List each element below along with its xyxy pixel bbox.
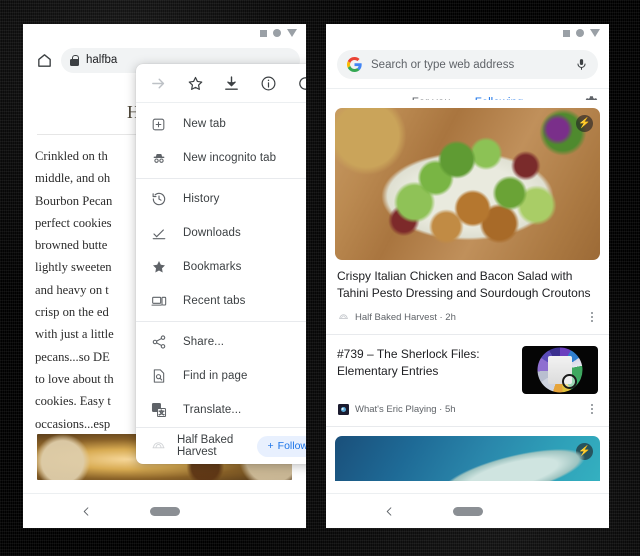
- bookmark-star-icon[interactable]: [182, 70, 208, 96]
- lightning-bolt-icon: ⚡: [576, 443, 593, 460]
- card-title: #739 – The Sherlock Files: Elementary En…: [337, 347, 480, 378]
- feed-divider: [326, 426, 609, 427]
- square-status-icon: [563, 29, 570, 37]
- whale-ocean-photo: ⚡: [335, 436, 600, 481]
- publisher-avatar-icon: [337, 403, 349, 415]
- home-pill-handle[interactable]: [149, 506, 180, 516]
- menu-item-label: Downloads: [183, 227, 241, 239]
- follow-button-label: Follow: [277, 440, 306, 452]
- share-icon: [150, 334, 167, 351]
- content-feed: ⚡ Crispy Italian Chicken and Bacon Salad…: [326, 100, 609, 494]
- menu-item-label: Recent tabs: [183, 295, 246, 307]
- lightning-bolt-icon: ⚡: [576, 115, 593, 132]
- new-tab-icon: [150, 116, 167, 133]
- home-pill-handle[interactable]: [452, 506, 483, 516]
- card-publisher-meta: What's Eric Playing · 5h: [355, 403, 456, 415]
- recent-tabs-icon: [150, 293, 167, 310]
- incognito-icon: [150, 150, 167, 167]
- forward-arrow-icon[interactable]: [145, 70, 171, 96]
- menu-item-new-tab[interactable]: New tab: [136, 107, 306, 141]
- feed-card-salad[interactable]: ⚡ Crispy Italian Chicken and Bacon Salad…: [326, 108, 609, 334]
- translate-icon: G 文: [150, 402, 167, 419]
- menu-item-history[interactable]: History: [136, 182, 306, 216]
- reload-icon[interactable]: [293, 70, 306, 96]
- follow-button[interactable]: + Follow: [256, 435, 306, 457]
- menu-item-label: Bookmarks: [183, 261, 242, 273]
- menu-divider: [136, 178, 306, 179]
- menu-icon-row: [136, 64, 306, 103]
- card-meta: Half Baked Harvest · 2h: [326, 302, 609, 334]
- follow-row: Half Baked Harvest + Follow: [136, 427, 306, 464]
- lock-icon: [70, 54, 79, 66]
- salad-photo: ⚡: [335, 108, 600, 260]
- circle-status-icon: [273, 29, 281, 37]
- status-bar-right: [326, 24, 609, 42]
- omnibox-url: halfba: [86, 54, 118, 66]
- menu-item-label: History: [183, 193, 220, 205]
- sherlock-files-thumbnail: [522, 346, 598, 394]
- menu-item-label: Translate...: [183, 404, 242, 416]
- menu-item-bookmarks[interactable]: Bookmarks: [136, 250, 306, 284]
- search-placeholder: Search or type web address: [371, 58, 515, 71]
- microphone-icon[interactable]: [575, 57, 588, 72]
- feed-card-whale[interactable]: ⚡: [326, 436, 609, 481]
- page-info-icon[interactable]: [256, 70, 282, 96]
- triangle-status-icon: [287, 29, 297, 37]
- kebab-menu-icon[interactable]: [585, 310, 599, 324]
- android-navbar-left: [23, 493, 306, 528]
- card-body: #739 – The Sherlock Files: Elementary En…: [326, 335, 609, 394]
- browser-menu-popup: New tab New incognito tab History Downlo…: [136, 64, 306, 464]
- menu-item-new-incognito-tab[interactable]: New incognito tab: [136, 141, 306, 175]
- menu-item-label: Share...: [183, 336, 225, 348]
- google-g-icon: [347, 57, 362, 72]
- back-chevron-icon[interactable]: [78, 503, 94, 519]
- downloads-icon: [150, 225, 167, 242]
- menu-item-share[interactable]: Share...: [136, 325, 306, 359]
- triangle-status-icon: [590, 29, 600, 37]
- publisher-avatar-icon: [337, 311, 349, 323]
- android-navbar-right: [326, 493, 609, 528]
- history-icon: [150, 191, 167, 208]
- card-publisher-meta: Half Baked Harvest · 2h: [355, 311, 456, 323]
- find-in-page-icon: [150, 368, 167, 385]
- square-status-icon: [260, 29, 267, 37]
- menu-item-find-in-page[interactable]: Find in page: [136, 359, 306, 393]
- search-input[interactable]: Search or type web address: [337, 50, 598, 79]
- card-title: Crispy Italian Chicken and Bacon Salad w…: [337, 269, 591, 300]
- menu-item-label: Find in page: [183, 370, 248, 382]
- back-chevron-icon[interactable]: [381, 503, 397, 519]
- menu-item-label: New tab: [183, 118, 226, 130]
- publisher-avatar-icon: [150, 438, 167, 455]
- follow-site-label: Half Baked Harvest: [177, 434, 234, 458]
- phone-right: Search or type web address For you Follo…: [326, 24, 609, 528]
- circle-status-icon: [576, 29, 584, 37]
- kebab-menu-icon[interactable]: [585, 402, 599, 416]
- menu-item-downloads[interactable]: Downloads: [136, 216, 306, 250]
- bookmarks-star-icon: [150, 259, 167, 276]
- feed-card-sherlock[interactable]: #739 – The Sherlock Files: Elementary En…: [326, 335, 609, 426]
- ntp-search-container: Search or type web address: [326, 42, 609, 89]
- card-meta: What's Eric Playing · 5h: [326, 394, 609, 426]
- menu-item-label: New incognito tab: [183, 152, 277, 164]
- phone-left: halfba — HALF H A R Crinkled on th middl…: [23, 24, 306, 528]
- home-icon[interactable]: [32, 48, 56, 72]
- plus-icon: +: [267, 440, 274, 452]
- menu-divider: [136, 321, 306, 322]
- menu-item-translate[interactable]: G 文 Translate...: [136, 393, 306, 427]
- download-icon[interactable]: [219, 70, 245, 96]
- status-bar-left: [23, 24, 306, 42]
- menu-item-recent-tabs[interactable]: Recent tabs: [136, 284, 306, 318]
- screenshot-root: halfba — HALF H A R Crinkled on th middl…: [0, 0, 640, 556]
